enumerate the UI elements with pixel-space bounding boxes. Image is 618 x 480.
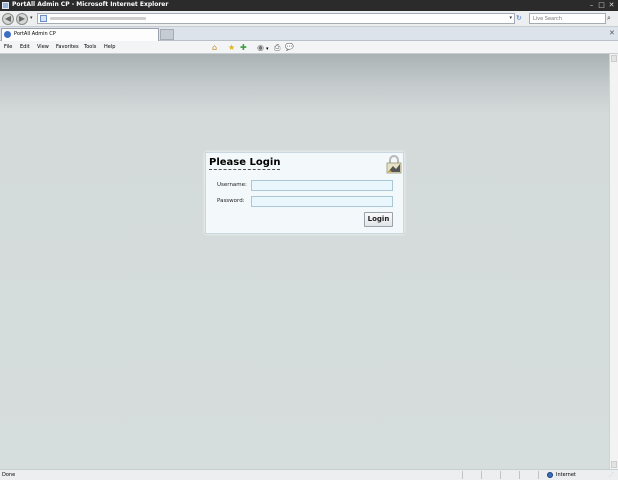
- home-icon[interactable]: ⌂: [212, 43, 217, 52]
- forward-button[interactable]: ▶: [16, 13, 28, 25]
- status-divider: [481, 471, 482, 479]
- address-dropdown-icon[interactable]: ▾: [509, 15, 512, 21]
- menu-tools[interactable]: Tools: [84, 44, 96, 50]
- search-field[interactable]: [529, 13, 606, 24]
- ie-app-icon: [2, 2, 9, 9]
- minimize-button[interactable]: –: [587, 1, 596, 9]
- username-label: Username:: [217, 182, 247, 188]
- internet-zone-icon: [547, 472, 553, 478]
- scroll-up-button[interactable]: [611, 55, 617, 62]
- new-tab-button[interactable]: [160, 29, 174, 40]
- password-label: Password:: [217, 198, 245, 204]
- login-button[interactable]: Login: [364, 212, 393, 227]
- menu-edit[interactable]: Edit: [20, 44, 30, 50]
- feeds-icon[interactable]: ◉: [257, 43, 264, 52]
- print-icon[interactable]: ⎙: [274, 43, 280, 52]
- login-title: Please Login: [209, 157, 281, 170]
- vertical-scrollbar[interactable]: [609, 54, 618, 469]
- menu-file[interactable]: File: [4, 44, 12, 50]
- menu-bar: File Edit View Favorites Tools Help ⌂ ★ …: [0, 41, 618, 54]
- status-bar: Done Internet ⋰: [0, 469, 618, 480]
- search-icon[interactable]: ⌕: [607, 14, 611, 23]
- menu-favorites[interactable]: Favorites: [56, 44, 79, 50]
- status-divider: [519, 471, 520, 479]
- favorites-star-icon[interactable]: ★: [228, 43, 235, 52]
- status-divider: [500, 471, 501, 479]
- close-window-button[interactable]: ✕: [607, 1, 616, 9]
- status-divider: [538, 471, 539, 479]
- login-panel: Please Login Username: Password: Login: [205, 152, 404, 234]
- feeds-dropdown-icon[interactable]: ▾: [266, 45, 269, 54]
- menu-view[interactable]: View: [37, 44, 49, 50]
- resize-grip-icon[interactable]: ⋰: [609, 472, 614, 478]
- tab-bar: PortAll Admin CP ✕: [0, 27, 618, 41]
- padlock-icon: [386, 155, 402, 174]
- address-field[interactable]: ▾: [37, 13, 515, 24]
- password-input[interactable]: [252, 197, 392, 206]
- page-icon: [40, 15, 47, 22]
- username-input[interactable]: [252, 181, 392, 190]
- username-field[interactable]: [251, 180, 393, 191]
- refresh-icon[interactable]: ↻: [516, 14, 522, 22]
- title-bar: PortAll Admin CP - Microsoft Internet Ex…: [0, 0, 618, 11]
- tab-page-icon: [4, 31, 11, 38]
- history-dropdown-icon[interactable]: ▾: [30, 15, 33, 21]
- research-icon[interactable]: 💬: [285, 43, 294, 52]
- status-divider: [462, 471, 463, 479]
- tab-label: PortAll Admin CP: [14, 31, 56, 37]
- close-tab-icon[interactable]: ✕: [609, 29, 615, 37]
- back-button[interactable]: ◀: [2, 13, 14, 25]
- search-input[interactable]: [530, 14, 605, 23]
- password-field[interactable]: [251, 196, 393, 207]
- security-zone-label: Internet: [556, 472, 576, 478]
- window-title: PortAll Admin CP - Microsoft Internet Ex…: [12, 1, 169, 8]
- status-text: Done: [2, 472, 16, 478]
- menu-help[interactable]: Help: [104, 44, 115, 50]
- scroll-down-button[interactable]: [611, 461, 617, 468]
- add-favorite-icon[interactable]: ✚: [240, 43, 247, 52]
- maximize-button[interactable]: □: [597, 1, 606, 9]
- page-content: Please Login Username: Password: Login: [0, 54, 609, 469]
- address-toolbar: ◀ ▶ ▾ ▾ ↻ ⌕: [0, 11, 618, 27]
- tab-portall-admin[interactable]: PortAll Admin CP: [1, 28, 159, 41]
- address-url-redacted: [50, 17, 146, 20]
